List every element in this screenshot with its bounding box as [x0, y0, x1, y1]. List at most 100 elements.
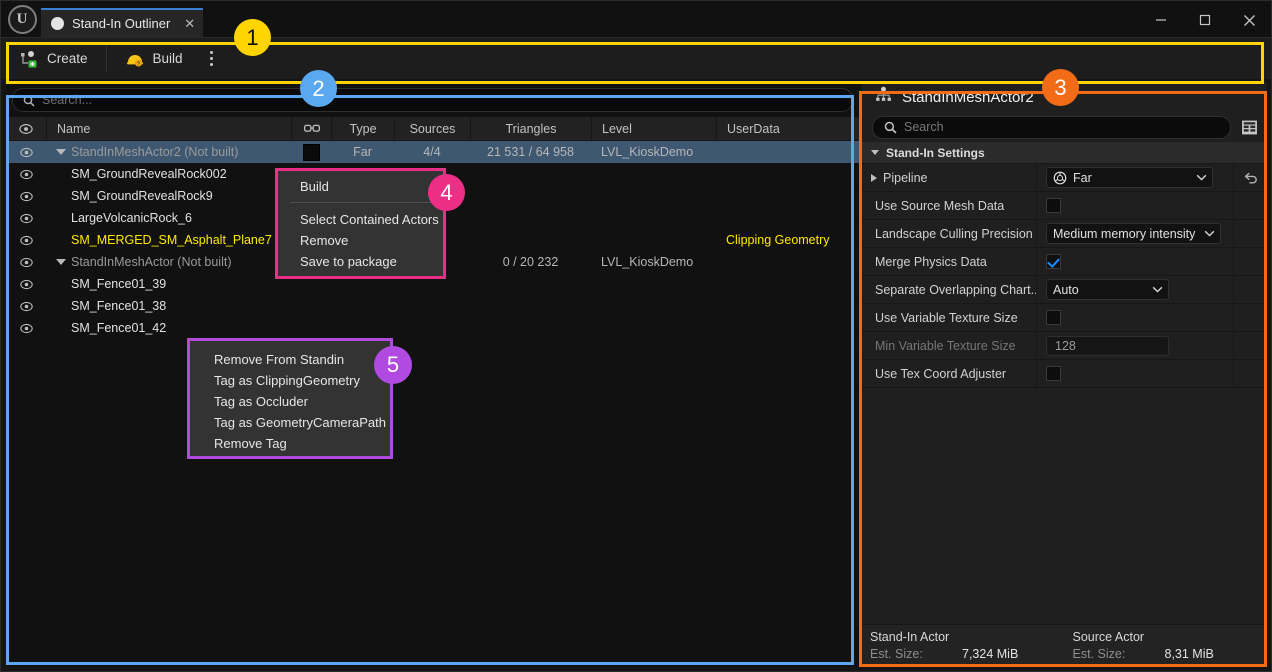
column-header-visibility[interactable]	[6, 117, 46, 140]
property-row: Min Variable Texture Size 128	[862, 332, 1267, 360]
row-name-cell[interactable]: SM_Fence01_39	[46, 273, 291, 295]
checkbox[interactable]	[1046, 366, 1061, 381]
minimize-button[interactable]	[1139, 3, 1183, 37]
row-level-cell	[591, 317, 716, 339]
row-visibility-eye-icon[interactable]	[6, 163, 46, 185]
details-search-placeholder: Search	[904, 120, 944, 134]
column-settings-icon[interactable]	[1239, 117, 1259, 137]
checkbox[interactable]	[1046, 198, 1061, 213]
row-name-cell[interactable]: StandInMeshActor (Not built)	[46, 251, 291, 273]
row-type-cell	[331, 317, 394, 339]
property-row: Landscape Culling PrecisionMedium memory…	[862, 220, 1267, 248]
row-visibility-eye-icon[interactable]	[6, 185, 46, 207]
column-header-triangles[interactable]: Triangles	[470, 117, 591, 140]
row-color-swatch[interactable]	[291, 141, 331, 163]
row-visibility-eye-icon[interactable]	[6, 141, 46, 163]
menu-item[interactable]: Tag as ClippingGeometry	[190, 370, 390, 391]
property-label: Use Variable Texture Size	[862, 304, 1037, 331]
section-stand-in-settings[interactable]: Stand-In Settings	[862, 142, 1267, 164]
row-name-label: SM_GroundRevealRock9	[71, 189, 213, 203]
property-label-text: Min Variable Texture Size	[875, 339, 1016, 353]
dropdown[interactable]: Auto	[1046, 279, 1169, 300]
row-userdata-cell	[716, 317, 856, 339]
property-row: PipelineFar	[862, 164, 1267, 192]
row-name-cell[interactable]: StandInMeshActor2 (Not built)	[46, 141, 291, 163]
number-input[interactable]: 128	[1046, 336, 1169, 356]
property-reset-cell	[1233, 192, 1267, 219]
dropdown[interactable]: Medium memory intensity a	[1046, 223, 1221, 244]
table-row[interactable]: SM_Fence01_38	[6, 295, 859, 317]
row-visibility-eye-icon[interactable]	[6, 295, 46, 317]
property-value: 128	[1037, 332, 1233, 359]
expand-caret-icon[interactable]	[56, 149, 66, 155]
menu-item[interactable]: Remove Tag	[190, 433, 390, 454]
row-name-cell[interactable]: SM_GroundRevealRock9	[46, 185, 291, 207]
create-button[interactable]: Create	[1, 38, 106, 79]
row-color-swatch[interactable]	[291, 295, 331, 317]
details-panel: StandInMeshActor2 Search	[862, 82, 1267, 667]
row-name-label: SM_MERGED_SM_Asphalt_Plane7	[71, 233, 272, 247]
expand-caret-icon[interactable]	[56, 259, 66, 265]
row-name-cell[interactable]: SM_Fence01_42	[46, 317, 291, 339]
checkbox[interactable]	[1046, 254, 1061, 269]
section-title: Stand-In Settings	[886, 146, 985, 160]
details-search-input[interactable]: Search	[872, 116, 1231, 139]
menu-item[interactable]: Build	[278, 176, 443, 197]
outliner-search-input[interactable]: Search...	[12, 88, 853, 112]
maximize-button[interactable]	[1183, 3, 1227, 37]
menu-item[interactable]: Remove	[278, 230, 443, 251]
column-header-name[interactable]: Name	[46, 117, 291, 140]
table-row[interactable]: StandInMeshActor2 (Not built)Far4/421 53…	[6, 141, 859, 163]
tag-context-menu[interactable]: Remove From StandinTag as ClippingGeomet…	[187, 338, 393, 459]
row-triangles-cell	[470, 273, 591, 295]
row-name-cell[interactable]: SM_Fence01_38	[46, 295, 291, 317]
row-name-cell[interactable]: LargeVolcanicRock_6	[46, 207, 291, 229]
build-context-menu[interactable]: Build Select Contained ActorsRemoveSave t…	[275, 168, 446, 279]
search-icon	[884, 121, 896, 133]
menu-item[interactable]: Select Contained Actors	[278, 209, 443, 230]
row-color-swatch[interactable]	[291, 317, 331, 339]
unreal-engine-logo-icon: U	[5, 2, 39, 36]
row-visibility-eye-icon[interactable]	[6, 251, 46, 273]
column-header-level[interactable]: Level	[591, 117, 716, 140]
row-name-cell[interactable]: SM_GroundRevealRock002	[46, 163, 291, 185]
row-visibility-eye-icon[interactable]	[6, 229, 46, 251]
row-visibility-eye-icon[interactable]	[6, 207, 46, 229]
menu-item[interactable]: Tag as GeometryCameraPath	[190, 412, 390, 433]
tab-stand-in-outliner[interactable]: Stand-In Outliner ✕	[41, 8, 203, 37]
tab-close-icon[interactable]: ✕	[184, 17, 195, 30]
column-header-type[interactable]: Type	[331, 117, 394, 140]
close-button[interactable]	[1227, 3, 1271, 37]
property-value	[1037, 304, 1233, 331]
menu-item[interactable]: Save to package	[278, 251, 443, 272]
build-button[interactable]: ? Build	[107, 38, 201, 79]
outliner-search-placeholder: Search...	[42, 93, 92, 107]
table-row[interactable]: SM_Fence01_42	[6, 317, 859, 339]
row-name-cell[interactable]: SM_MERGED_SM_Asphalt_Plane7	[46, 229, 291, 251]
column-header-glasses[interactable]	[291, 117, 331, 140]
reset-to-default-icon[interactable]	[1243, 170, 1258, 185]
row-visibility-eye-icon[interactable]	[6, 273, 46, 295]
expand-caret-icon[interactable]	[871, 174, 877, 182]
menu-item[interactable]: Remove From Standin	[190, 349, 390, 370]
checkbox[interactable]	[1046, 310, 1061, 325]
row-userdata-cell	[716, 163, 856, 185]
row-userdata-cell	[716, 273, 856, 295]
property-reset-cell	[1233, 220, 1267, 247]
column-header-sources[interactable]: Sources	[394, 117, 470, 140]
menu-item[interactable]: Tag as Occluder	[190, 391, 390, 412]
property-label: Min Variable Texture Size	[862, 332, 1037, 359]
property-label-text: Merge Physics Data	[875, 255, 987, 269]
property-rows: PipelineFarUse Source Mesh DataLandscape…	[862, 164, 1267, 388]
details-header: StandInMeshActor2	[862, 82, 1267, 112]
dropdown[interactable]: Far	[1046, 167, 1213, 188]
row-userdata-cell	[716, 295, 856, 317]
create-label: Create	[47, 51, 88, 66]
row-triangles-cell	[470, 163, 591, 185]
toolbar-overflow-button[interactable]	[201, 38, 223, 79]
row-visibility-eye-icon[interactable]	[6, 317, 46, 339]
row-name-label: StandInMeshActor (Not built)	[71, 255, 232, 269]
row-level-cell	[591, 163, 716, 185]
column-header-userdata[interactable]: UserData	[716, 117, 856, 140]
property-label: Use Source Mesh Data	[862, 192, 1037, 219]
